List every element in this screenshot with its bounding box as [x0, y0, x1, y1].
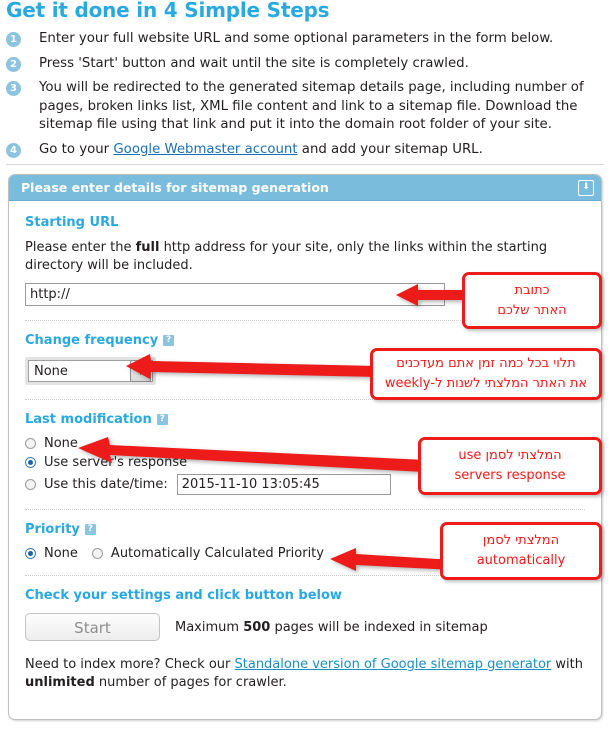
footer-bold: unlimited: [25, 675, 95, 690]
annotation-text: המלצתי לסמן automatically: [477, 531, 566, 571]
annotation-box-url: כתובת האתר שלכם: [462, 272, 602, 329]
annotation-line-1: תלוי בכל כמה זמן אתם מעדכנים: [396, 356, 576, 371]
annotation-line-2: servers response: [454, 468, 566, 483]
submit-row: Start Maximum 500 pages will be indexed …: [25, 613, 585, 641]
annotation-text: תלוי בכל כמה זמן אתם מעדכנים את האתר המל…: [385, 354, 587, 394]
step-text: Enter your full website URL and some opt…: [39, 31, 554, 46]
annotation-line-1: המלצתי לסמן use: [458, 448, 562, 463]
radio-icon-selected[interactable]: [25, 548, 36, 559]
step-badge: 3: [6, 81, 21, 96]
horizontal-divider: [6, 164, 604, 165]
panel-header: Please enter details for sitemap generat…: [9, 175, 601, 201]
step-text: Press 'Start' button and wait until the …: [39, 55, 469, 71]
annotation-box-frequency: תלוי בכל כמה זמן אתם מעדכנים את האתר המל…: [370, 348, 602, 400]
submit-hint-text: Check your settings and click button bel…: [25, 588, 342, 603]
help-icon[interactable]: ?: [156, 414, 168, 425]
datetime-input[interactable]: [176, 474, 391, 495]
last-modification-label: Last modification ?: [25, 412, 585, 427]
starting-url-label-text: Starting URL: [25, 215, 119, 230]
submit-hint-label: Check your settings and click button bel…: [25, 588, 585, 603]
annotation-text: המלצתי לסמן use servers response: [454, 446, 565, 486]
annotation-box-lastmod: המלצתי לסמן use servers response: [418, 437, 602, 495]
lastmod-option-label: None: [44, 436, 78, 451]
lastmod-option-label: Use this date/time:: [44, 477, 168, 492]
footer-note: Need to index more? Check our Standalone…: [25, 656, 585, 692]
step-text: Go to your Google Webmaster account and …: [39, 141, 483, 160]
page-title: Get it done in 4 Simple Steps: [6, 0, 330, 22]
step-badge: 2: [6, 56, 21, 72]
starting-url-input[interactable]: [25, 283, 445, 306]
divider: [25, 509, 585, 510]
max-count: 500: [243, 619, 271, 635]
radio-icon[interactable]: [25, 479, 36, 490]
annotation-line-2: האתר שלכם: [497, 302, 567, 318]
radio-icon[interactable]: [25, 438, 36, 449]
footer-mid: with: [551, 657, 583, 672]
footer-after: number of pages for crawler.: [94, 675, 287, 690]
step-badge: 4: [6, 142, 21, 158]
step-badge: 1: [6, 32, 21, 47]
desc-before: Please enter the: [25, 240, 136, 255]
step-item: 4 Go to your Google Webmaster account an…: [6, 141, 606, 160]
priority-label-text: Priority: [25, 522, 80, 537]
google-webmaster-link[interactable]: Google Webmaster account: [113, 142, 297, 157]
page-root: Get it done in 4 Simple Steps 1 Enter yo…: [0, 0, 610, 735]
step-item: 1 Enter your full website URL and some o…: [6, 30, 606, 49]
priority-option-label: Automatically Calculated Priority: [110, 546, 324, 561]
annotation-line-1: כתובת: [514, 282, 550, 298]
annotation-line-1: המלצתי לסמן: [482, 533, 560, 548]
radio-icon[interactable]: [91, 548, 103, 559]
help-icon[interactable]: ?: [163, 335, 175, 346]
steps-list: 1 Enter your full website URL and some o…: [6, 30, 606, 165]
step-item: 2 Press 'Start' button and wait until th…: [6, 55, 606, 74]
step-text: You will be redirected to the generated …: [39, 80, 584, 132]
annotation-arrow-lastmod: [78, 430, 426, 472]
desc-bold: full: [135, 240, 160, 255]
max-before: Maximum: [175, 619, 244, 635]
start-button[interactable]: Start: [25, 613, 160, 641]
max-pages-text: Maximum 500 pages will be indexed in sit…: [175, 620, 488, 635]
last-modification-label-text: Last modification: [25, 412, 152, 427]
priority-option-label: None: [44, 546, 78, 561]
step-item: 3 You will be redirected to the generate…: [6, 79, 606, 135]
change-frequency-label: Change frequency ?: [25, 333, 585, 348]
annotation-box-priority: המלצתי לסמן automatically: [440, 522, 602, 580]
panel-title: Please enter details for sitemap generat…: [21, 180, 329, 195]
max-after: pages will be indexed in sitemap: [270, 619, 488, 635]
annotation-line-2: automatically: [476, 553, 566, 568]
annotation-arrow-frequency: [126, 352, 378, 382]
starting-url-description: Please enter the full http address for y…: [25, 239, 585, 275]
annotation-arrow-priority: [330, 546, 454, 572]
step-text-after: and add your sitemap URL.: [297, 141, 483, 157]
help-icon[interactable]: ?: [84, 524, 96, 535]
annotation-arrow-url: [396, 282, 470, 308]
radio-icon-selected[interactable]: [25, 457, 36, 468]
annotation-text: כתובת האתר שלכם: [497, 281, 566, 321]
change-frequency-value: None: [34, 363, 68, 379]
download-arrow-icon[interactable]: ⬇: [578, 179, 594, 196]
footer-before: Need to index more? Check our: [25, 657, 235, 672]
step-text-before: Go to your: [39, 141, 114, 157]
change-frequency-label-text: Change frequency: [25, 333, 159, 348]
starting-url-label: Starting URL: [25, 215, 585, 230]
standalone-version-link[interactable]: Standalone version of Google sitemap gen…: [235, 657, 552, 672]
annotation-line-2: את האתר המלצתי לשנות ל-weekly: [384, 376, 588, 391]
